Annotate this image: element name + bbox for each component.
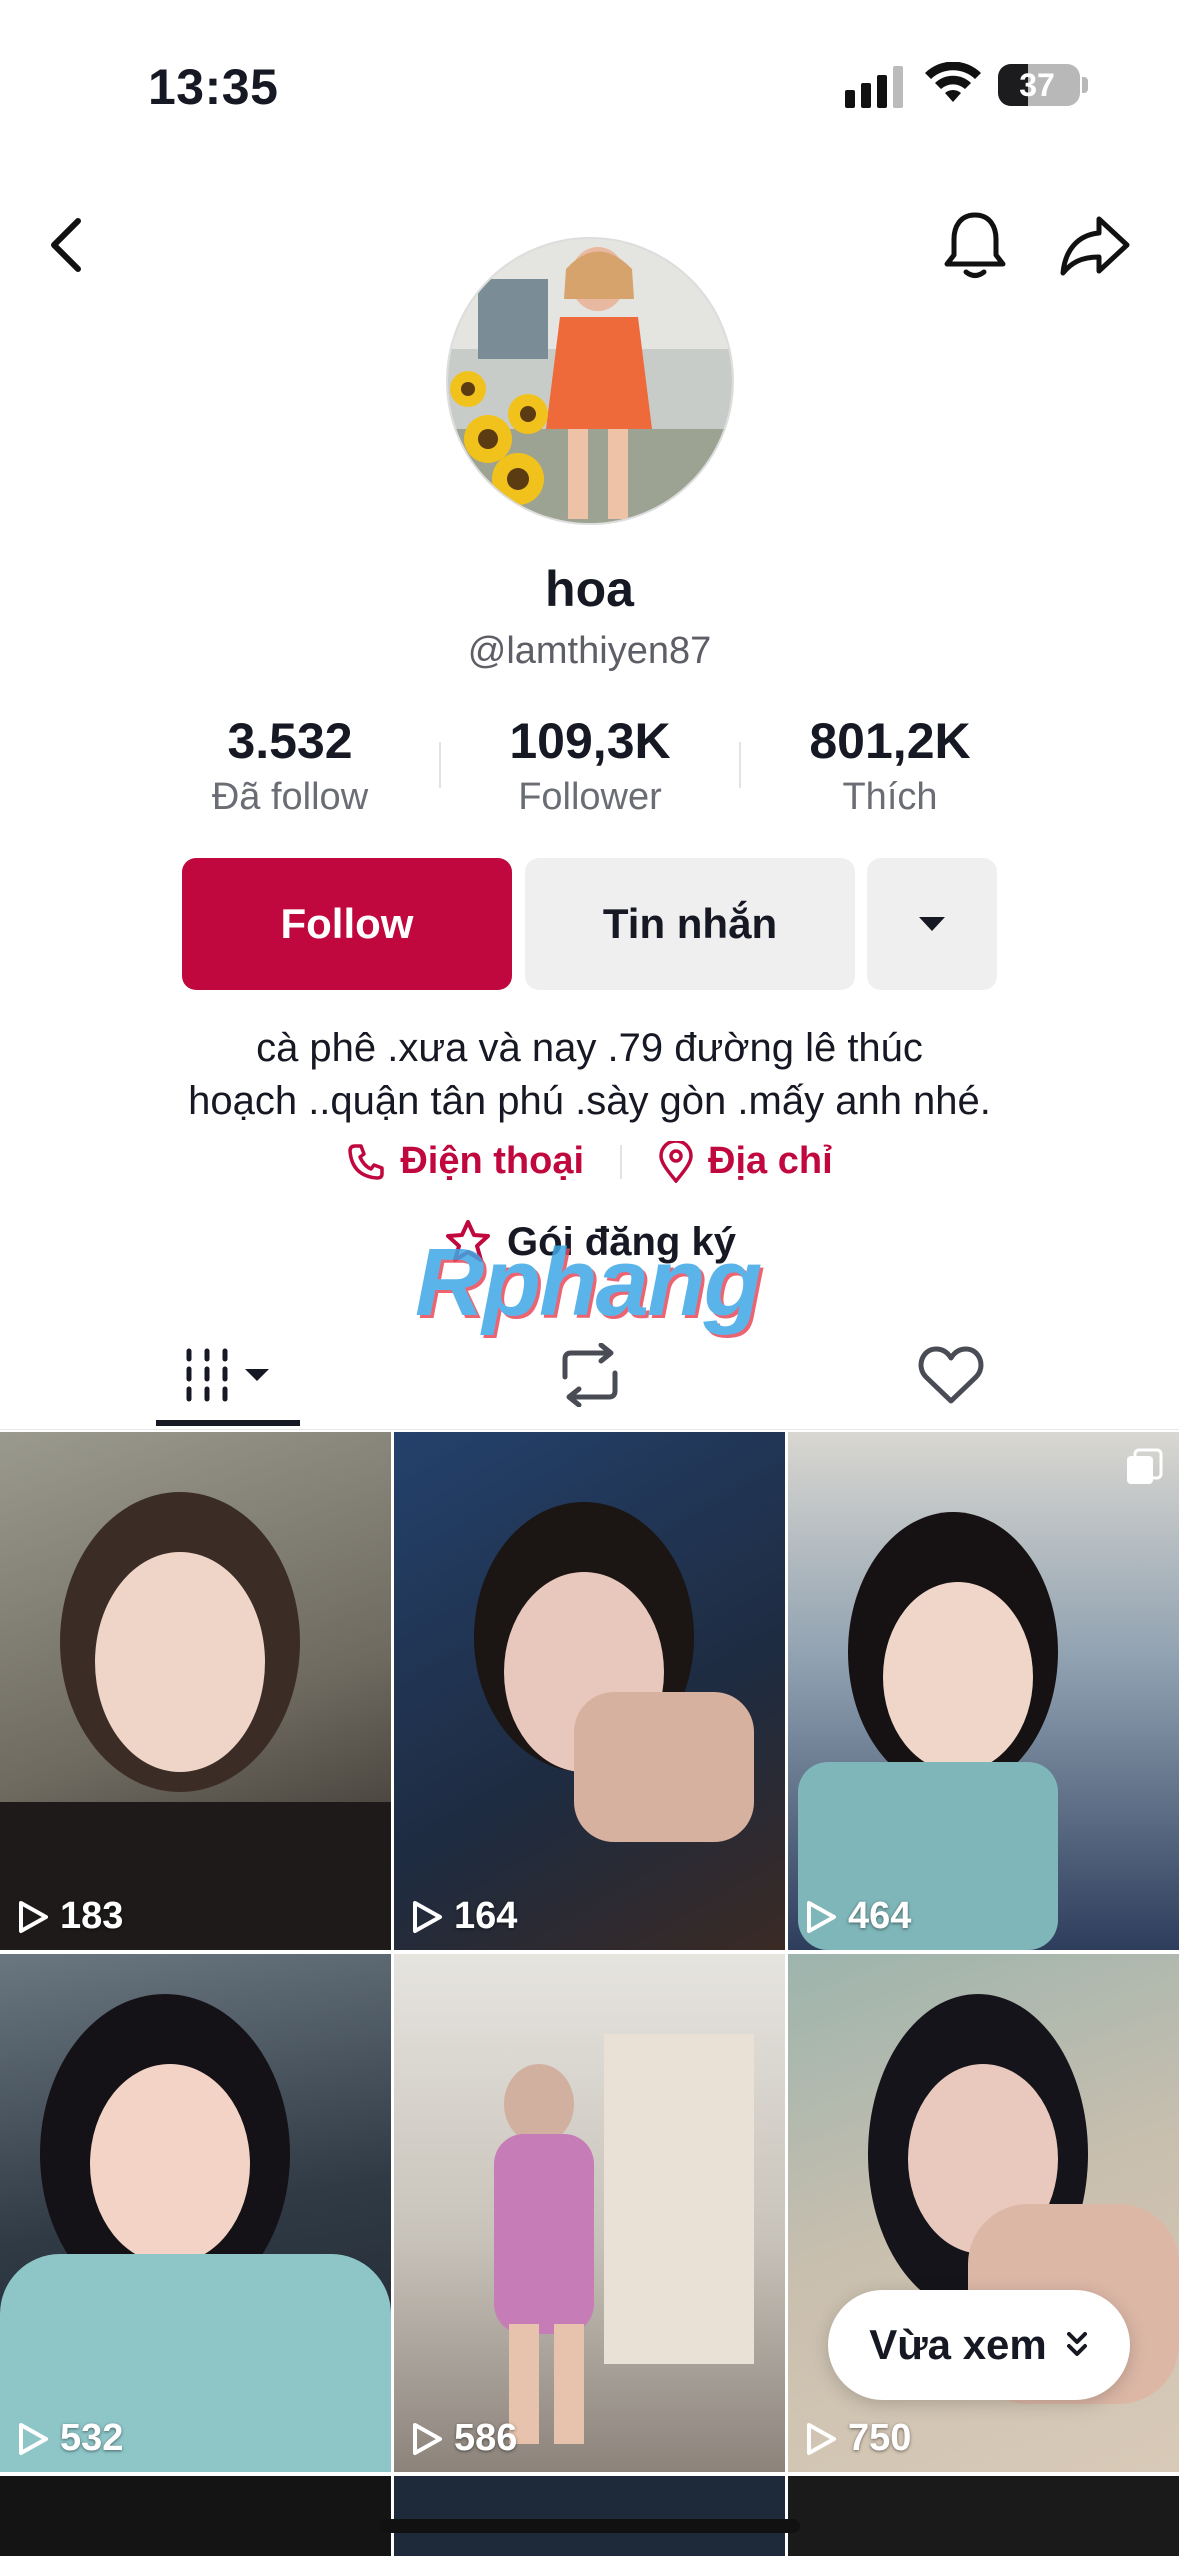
battery-level: 37 bbox=[1019, 67, 1055, 103]
tab-liked[interactable] bbox=[754, 1320, 1147, 1430]
double-chevron-down-icon bbox=[1066, 2332, 1087, 2356]
contact-links: Điện thoại Địa chỉ bbox=[0, 1140, 1179, 1183]
video-thumbnail[interactable] bbox=[394, 2476, 785, 2556]
share-arrow-icon bbox=[1060, 216, 1130, 276]
active-tab-indicator bbox=[156, 1420, 300, 1426]
view-count-text: 750 bbox=[848, 2417, 912, 2459]
stat-label: Đã follow bbox=[211, 776, 369, 818]
location-pin-icon bbox=[659, 1140, 693, 1183]
status-time: 13:35 bbox=[148, 59, 279, 115]
video-thumbnail[interactable]: 164 bbox=[394, 1432, 785, 1950]
play-icon bbox=[19, 2422, 48, 2455]
home-indicator[interactable] bbox=[380, 2519, 800, 2533]
phone-label: Điện thoại bbox=[400, 1140, 585, 1182]
recently-watched-label: Vừa xem bbox=[869, 2321, 1047, 2368]
avatar[interactable] bbox=[446, 237, 734, 525]
stats-row: 3.532 Đã follow 109,3K Follower 801,2K T… bbox=[140, 712, 1040, 819]
view-count: 164 bbox=[410, 1895, 517, 1938]
video-thumbnail[interactable]: 586 bbox=[394, 1954, 785, 2472]
stat-label: Follower bbox=[518, 776, 662, 818]
video-thumbnail[interactable]: 183 bbox=[0, 1432, 391, 1950]
view-count-text: 464 bbox=[848, 1895, 912, 1937]
stat-following[interactable]: 3.532 Đã follow bbox=[140, 712, 440, 819]
battery-icon: 37 bbox=[998, 64, 1080, 106]
view-count-text: 586 bbox=[454, 2417, 518, 2459]
play-icon bbox=[807, 1900, 836, 1933]
profile-handle: @lamthiyen87 bbox=[467, 630, 712, 672]
wifi-icon bbox=[925, 62, 981, 102]
avatar-image bbox=[448, 239, 732, 523]
view-count: 183 bbox=[16, 1895, 123, 1938]
stat-value: 109,3K bbox=[509, 713, 671, 769]
back-button[interactable] bbox=[26, 205, 106, 285]
stat-value: 3.532 bbox=[227, 713, 353, 769]
share-button[interactable] bbox=[1055, 205, 1135, 285]
battery-cap bbox=[1082, 77, 1088, 93]
content-tabs bbox=[0, 1320, 1179, 1430]
phone-link[interactable]: Điện thoại bbox=[346, 1140, 584, 1183]
address-label: Địa chỉ bbox=[708, 1140, 833, 1182]
repost-icon bbox=[562, 1343, 617, 1407]
grid-icon bbox=[186, 1348, 269, 1402]
play-icon bbox=[413, 1900, 442, 1933]
bio-line: hoạch ..quận tân phú .sày gòn .mấy anh n… bbox=[188, 1079, 991, 1123]
view-count-text: 532 bbox=[60, 2417, 124, 2459]
play-icon bbox=[19, 1900, 48, 1933]
stat-divider bbox=[739, 742, 741, 788]
play-icon bbox=[807, 2422, 836, 2455]
stat-label: Thích bbox=[842, 776, 938, 818]
chevron-left-icon bbox=[51, 218, 81, 272]
play-icon bbox=[413, 2422, 442, 2455]
stat-followers[interactable]: 109,3K Follower bbox=[440, 712, 740, 819]
address-link[interactable]: Địa chỉ bbox=[658, 1140, 833, 1183]
view-count-text: 164 bbox=[454, 1895, 518, 1937]
video-thumbnail[interactable]: 532 bbox=[0, 1954, 391, 2472]
tab-videos[interactable] bbox=[32, 1320, 425, 1430]
phone-icon bbox=[348, 1143, 385, 1180]
more-options-button[interactable] bbox=[867, 858, 997, 990]
bio: cà phê .xưa và nay .79 đường lê thúc hoạ… bbox=[0, 1022, 1179, 1128]
stat-divider bbox=[439, 742, 441, 788]
view-count-text: 183 bbox=[60, 1895, 124, 1937]
video-thumbnail[interactable] bbox=[788, 2476, 1179, 2556]
cellular-signal-icon bbox=[845, 66, 903, 108]
stat-value: 801,2K bbox=[809, 713, 971, 769]
view-count: 532 bbox=[16, 2417, 123, 2460]
follow-button[interactable]: Follow bbox=[182, 858, 512, 990]
multi-photo-icon bbox=[1127, 1448, 1163, 1484]
heart-icon bbox=[918, 1346, 983, 1404]
view-count: 750 bbox=[804, 2417, 911, 2460]
bio-line: cà phê .xưa và nay .79 đường lê thúc bbox=[256, 1026, 923, 1070]
view-count: 586 bbox=[410, 2417, 517, 2460]
caret-down-icon bbox=[919, 917, 945, 931]
tab-reposts[interactable] bbox=[393, 1320, 786, 1430]
recently-watched-button[interactable]: Vừa xem bbox=[828, 2290, 1130, 2400]
video-thumbnail[interactable]: 464 bbox=[788, 1432, 1179, 1950]
stat-likes[interactable]: 801,2K Thích bbox=[740, 712, 1040, 819]
link-divider bbox=[620, 1144, 623, 1179]
profile-name: hoa bbox=[545, 561, 634, 617]
view-count: 464 bbox=[804, 1895, 911, 1938]
notification-button[interactable] bbox=[935, 205, 1015, 285]
message-button[interactable]: Tin nhắn bbox=[525, 858, 855, 990]
video-thumbnail[interactable] bbox=[0, 2476, 391, 2556]
bell-icon bbox=[944, 212, 1006, 278]
